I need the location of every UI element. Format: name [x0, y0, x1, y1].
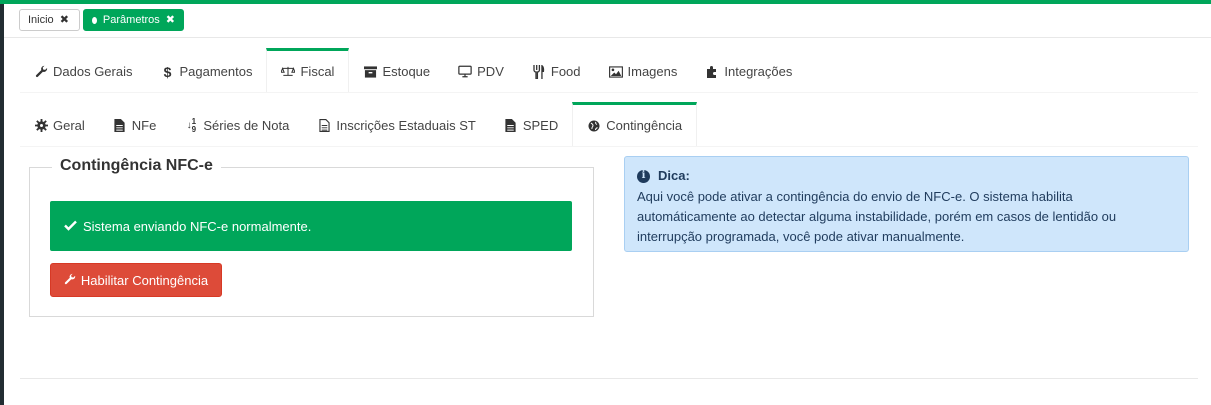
tab-nfe[interactable]: NFe [99, 102, 171, 146]
page-tab-inicio[interactable]: Inicio ✖ [19, 9, 80, 31]
tab-label: Imagens [627, 64, 678, 79]
tab-sped[interactable]: SPED [490, 102, 572, 146]
wrench-icon [34, 65, 48, 79]
tab-label: NFe [131, 118, 157, 133]
tab-integracoes[interactable]: Integrações [691, 48, 806, 92]
tab-label: Dados Gerais [53, 64, 133, 79]
dollar-icon: $ [163, 63, 172, 80]
cutlery-icon [532, 64, 546, 79]
info-icon: i [637, 169, 650, 183]
wrench-icon [64, 273, 76, 288]
file-icon [504, 119, 518, 133]
button-label: Habilitar Contingência [80, 272, 209, 288]
archive-icon [363, 65, 377, 79]
tab-geral[interactable]: Geral [20, 102, 99, 146]
sort-numeric-icon: ↓ 1 9 [186, 116, 197, 134]
dica-title: Dica: [658, 168, 690, 183]
gear-icon [34, 119, 48, 133]
page-tab-parametros[interactable]: Parâmetros ✖ [83, 9, 184, 31]
tab-label: Integrações [724, 64, 793, 79]
status-text: Sistema enviando NFC-e normalmente. [83, 218, 312, 234]
tab-label: SPED [522, 118, 559, 133]
tab-label: Pagamentos [179, 64, 253, 79]
puzzle-icon [705, 65, 719, 79]
contingencia-fieldset: Contingência NFC-e Sistema enviando NFC-… [29, 157, 594, 317]
tab-label: Fiscal [300, 64, 335, 79]
tab-label: Inscrições Estaduais ST [336, 118, 476, 133]
main-tab-bar: Dados Gerais $ Pagamentos Fiscal Estoque… [20, 48, 1198, 93]
tab-label: Séries de Nota [203, 118, 290, 133]
monitor-icon [458, 65, 472, 79]
check-icon [64, 219, 77, 234]
dica-text: Aqui você pode ativar a contingência do … [637, 189, 1117, 244]
page-tab-label: Inicio [28, 14, 54, 26]
tab-inscricoes-estaduais[interactable]: Inscrições Estaduais ST [303, 102, 489, 146]
dica-info-box: i Dica: Aqui você pode ativar a contingê… [624, 156, 1189, 252]
image-icon [608, 65, 623, 79]
page-tab-label: Parâmetros [102, 14, 160, 26]
tab-food[interactable]: Food [518, 48, 595, 92]
tab-label: Estoque [382, 64, 431, 79]
habilitar-contingencia-button[interactable]: Habilitar Contingência [50, 263, 222, 297]
tab-label: Contingência [606, 118, 683, 133]
tab-label: Geral [53, 118, 85, 133]
dica-header: i Dica: [637, 167, 1176, 185]
page-tab-bar: Inicio ✖ Parâmetros ✖ [4, 4, 1211, 38]
tab-label: PDV [477, 64, 504, 79]
balance-scale-icon [281, 65, 296, 79]
active-dot-icon [92, 16, 97, 24]
fieldset-legend: Contingência NFC-e [52, 157, 221, 175]
tab-pagamentos[interactable]: $ Pagamentos [146, 48, 266, 92]
close-icon[interactable]: ✖ [60, 10, 69, 30]
tab-dados-gerais[interactable]: Dados Gerais [20, 48, 146, 92]
file-text-icon [317, 119, 331, 133]
tab-estoque[interactable]: Estoque [349, 48, 444, 92]
tab-series-de-nota[interactable]: ↓ 1 9 Séries de Nota [170, 102, 303, 146]
tab-label: Food [550, 64, 581, 79]
close-icon[interactable]: ✖ [166, 10, 175, 30]
tab-imagens[interactable]: Imagens [595, 48, 692, 92]
tab-contingencia[interactable]: Contingência [572, 102, 698, 146]
tab-fiscal[interactable]: Fiscal [266, 48, 350, 92]
status-alert: Sistema enviando NFC-e normalmente. [50, 201, 572, 251]
sub-tab-bar: Geral NFe ↓ 1 9 Séries de Nota Inscrições … [20, 102, 1198, 147]
tab-pdv[interactable]: PDV [444, 48, 518, 92]
globe-icon [587, 119, 601, 133]
file-icon [113, 119, 127, 133]
sidebar-edge [0, 4, 4, 405]
divider [20, 378, 1198, 379]
